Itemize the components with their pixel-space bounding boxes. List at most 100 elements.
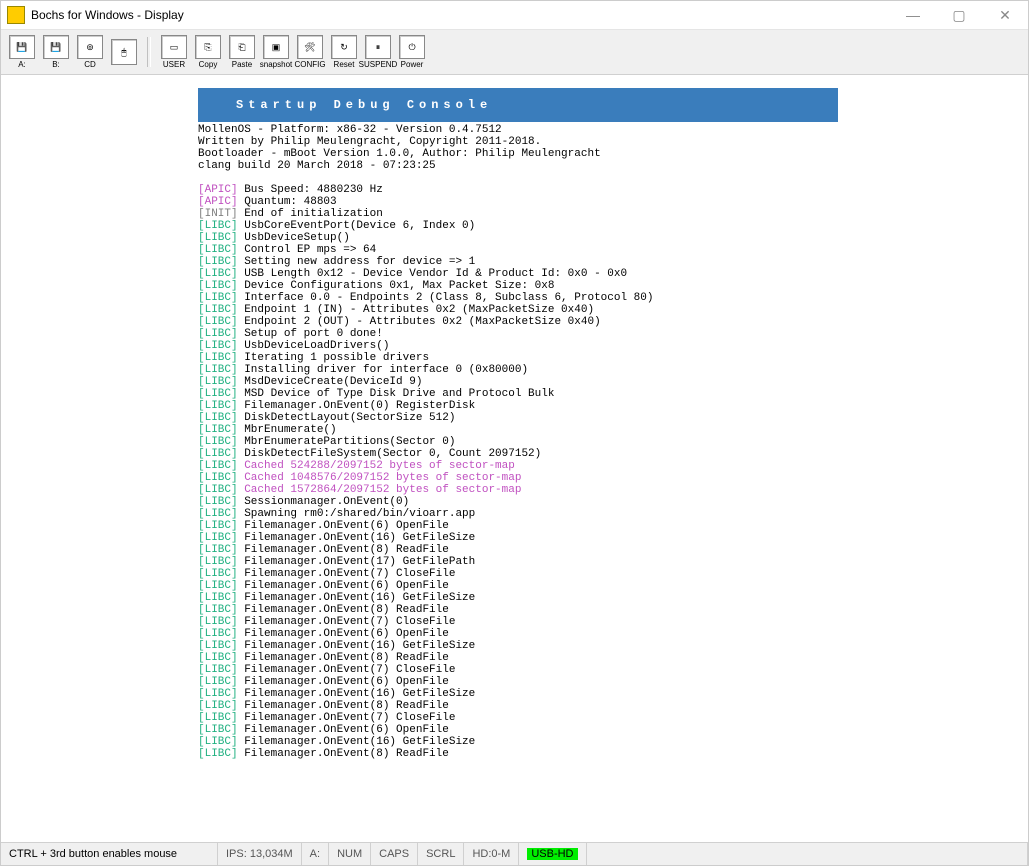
log-message: UsbDeviceLoadDrivers() bbox=[238, 340, 390, 352]
log-tag: [LIBC] bbox=[198, 604, 238, 616]
log-tag: [LIBC] bbox=[198, 508, 238, 520]
log-tag: [LIBC] bbox=[198, 724, 238, 736]
status-ips: IPS: 13,034M bbox=[218, 843, 302, 865]
console-line: [LIBC] MsdDeviceCreate(DeviceId 9) bbox=[198, 376, 838, 388]
console-line: Written by Philip Meulengracht, Copyrigh… bbox=[198, 136, 838, 148]
suspend-icon: ⏸ bbox=[365, 35, 391, 59]
paste-button[interactable]: ⎗Paste bbox=[227, 35, 257, 69]
mouse-button[interactable]: 🖱 bbox=[109, 35, 139, 69]
window-controls: — ▢ ✕ bbox=[890, 1, 1028, 29]
console-line: [LIBC] Filemanager.OnEvent(6) OpenFile bbox=[198, 628, 838, 640]
suspend-button[interactable]: ⏸SUSPEND bbox=[363, 35, 393, 69]
log-message: Filemanager.OnEvent(0) RegisterDisk bbox=[238, 400, 476, 412]
copy-icon: ⎘ bbox=[195, 35, 221, 59]
log-tag: [LIBC] bbox=[198, 244, 238, 256]
config-button[interactable]: 🛠CONFIG bbox=[295, 35, 325, 69]
log-message: Sessionmanager.OnEvent(0) bbox=[238, 496, 410, 508]
log-tag: [LIBC] bbox=[198, 364, 238, 376]
status-usb: USB-HD bbox=[519, 843, 586, 865]
console-line: [LIBC] Control EP mps => 64 bbox=[198, 244, 838, 256]
console-line: [LIBC] Filemanager.OnEvent(6) OpenFile bbox=[198, 724, 838, 736]
close-button[interactable]: ✕ bbox=[982, 1, 1028, 29]
console-line: [LIBC] Filemanager.OnEvent(7) CloseFile bbox=[198, 712, 838, 724]
console-line: [LIBC] Filemanager.OnEvent(6) OpenFile bbox=[198, 676, 838, 688]
log-tag: [LIBC] bbox=[198, 520, 238, 532]
log-tag: [LIBC] bbox=[198, 256, 238, 268]
log-message: Filemanager.OnEvent(8) ReadFile bbox=[238, 652, 449, 664]
log-message: Interface 0.0 - Endpoints 2 (Class 8, Su… bbox=[238, 292, 654, 304]
log-message: Filemanager.OnEvent(7) CloseFile bbox=[238, 568, 456, 580]
log-tag: [LIBC] bbox=[198, 448, 238, 460]
console-line: Bootloader - mBoot Version 1.0.0, Author… bbox=[198, 148, 838, 160]
user-button[interactable]: ▭USER bbox=[159, 35, 189, 69]
emulator-display: Startup Debug Console MollenOS - Platfor… bbox=[198, 88, 838, 760]
console-line: [LIBC] Interface 0.0 - Endpoints 2 (Clas… bbox=[198, 292, 838, 304]
log-tag: [LIBC] bbox=[198, 280, 238, 292]
floppy-a-button[interactable]: 💾A: bbox=[7, 35, 37, 69]
console-line: [LIBC] Endpoint 2 (OUT) - Attributes 0x2… bbox=[198, 316, 838, 328]
log-tag: [LIBC] bbox=[198, 388, 238, 400]
log-message: Cached 1572864/2097152 bytes of sector-m… bbox=[238, 484, 522, 496]
log-tag: [LIBC] bbox=[198, 532, 238, 544]
reset-icon: ↻ bbox=[331, 35, 357, 59]
log-tag: [LIBC] bbox=[198, 640, 238, 652]
console-line: [LIBC] Filemanager.OnEvent(16) GetFileSi… bbox=[198, 640, 838, 652]
log-message: USB Length 0x12 - Device Vendor Id & Pro… bbox=[238, 268, 627, 280]
log-message: Filemanager.OnEvent(16) GetFileSize bbox=[238, 688, 476, 700]
suspend-label: SUSPEND bbox=[359, 60, 398, 69]
log-message: Filemanager.OnEvent(7) CloseFile bbox=[238, 712, 456, 724]
maximize-button[interactable]: ▢ bbox=[936, 1, 982, 29]
log-message: Endpoint 1 (IN) - Attributes 0x2 (MaxPac… bbox=[238, 304, 594, 316]
cdrom-button[interactable]: ⊚CD bbox=[75, 35, 105, 69]
console-line: [INIT] End of initialization bbox=[198, 208, 838, 220]
log-message: Endpoint 2 (OUT) - Attributes 0x2 (MaxPa… bbox=[238, 316, 601, 328]
window-title: Bochs for Windows - Display bbox=[31, 8, 890, 22]
log-message: Filemanager.OnEvent(8) ReadFile bbox=[238, 748, 449, 760]
log-message: Control EP mps => 64 bbox=[238, 244, 377, 256]
console-line: [LIBC] Filemanager.OnEvent(16) GetFileSi… bbox=[198, 592, 838, 604]
log-message: Filemanager.OnEvent(8) ReadFile bbox=[238, 544, 449, 556]
log-tag: [LIBC] bbox=[198, 748, 238, 760]
console-line: clang build 20 March 2018 - 07:23:25 bbox=[198, 160, 838, 172]
snapshot-button[interactable]: ▣snapshot bbox=[261, 35, 291, 69]
log-tag: [LIBC] bbox=[198, 544, 238, 556]
log-tag: [LIBC] bbox=[198, 568, 238, 580]
log-tag: [LIBC] bbox=[198, 400, 238, 412]
log-message: Filemanager.OnEvent(17) GetFilePath bbox=[238, 556, 476, 568]
log-message: Filemanager.OnEvent(16) GetFileSize bbox=[238, 640, 476, 652]
reset-button[interactable]: ↻Reset bbox=[329, 35, 359, 69]
log-tag: [LIBC] bbox=[198, 736, 238, 748]
log-tag: [LIBC] bbox=[198, 268, 238, 280]
log-tag: [LIBC] bbox=[198, 676, 238, 688]
log-message: Filemanager.OnEvent(6) OpenFile bbox=[238, 520, 449, 532]
log-tag: [LIBC] bbox=[198, 436, 238, 448]
paste-icon: ⎗ bbox=[229, 35, 255, 59]
config-icon: 🛠 bbox=[297, 35, 323, 59]
log-message: Filemanager.OnEvent(16) GetFileSize bbox=[238, 736, 476, 748]
floppy-b-button[interactable]: 💾B: bbox=[41, 35, 71, 69]
console-line: [LIBC] Filemanager.OnEvent(7) CloseFile bbox=[198, 616, 838, 628]
log-message: Bus Speed: 4880230 Hz bbox=[238, 184, 383, 196]
log-tag: [LIBC] bbox=[198, 304, 238, 316]
bochs-window: Bochs for Windows - Display — ▢ ✕ 💾A:💾B:… bbox=[0, 0, 1029, 866]
floppy-a-icon: 💾 bbox=[9, 35, 35, 59]
console-line: [LIBC] Filemanager.OnEvent(16) GetFileSi… bbox=[198, 688, 838, 700]
console-line: [LIBC] Filemanager.OnEvent(7) CloseFile bbox=[198, 664, 838, 676]
log-tag: [LIBC] bbox=[198, 376, 238, 388]
log-message: UsbCoreEventPort(Device 6, Index 0) bbox=[238, 220, 476, 232]
power-button[interactable]: ⏻Power bbox=[397, 35, 427, 69]
log-tag: [APIC] bbox=[198, 184, 238, 196]
minimize-button[interactable]: — bbox=[890, 1, 936, 29]
console-line: [LIBC] Setting new address for device =>… bbox=[198, 256, 838, 268]
log-tag: [LIBC] bbox=[198, 232, 238, 244]
log-message: Installing driver for interface 0 (0x800… bbox=[238, 364, 528, 376]
log-tag: [LIBC] bbox=[198, 292, 238, 304]
log-message: Filemanager.OnEvent(6) OpenFile bbox=[238, 628, 449, 640]
console-line: [LIBC] Cached 1572864/2097152 bytes of s… bbox=[198, 484, 838, 496]
status-hd: HD:0-M bbox=[464, 843, 519, 865]
console-line: [LIBC] Filemanager.OnEvent(8) ReadFile bbox=[198, 700, 838, 712]
copy-button[interactable]: ⎘Copy bbox=[193, 35, 223, 69]
log-tag: [LIBC] bbox=[198, 628, 238, 640]
floppy-b-label: B: bbox=[52, 60, 60, 69]
console-line: [LIBC] Cached 524288/2097152 bytes of se… bbox=[198, 460, 838, 472]
